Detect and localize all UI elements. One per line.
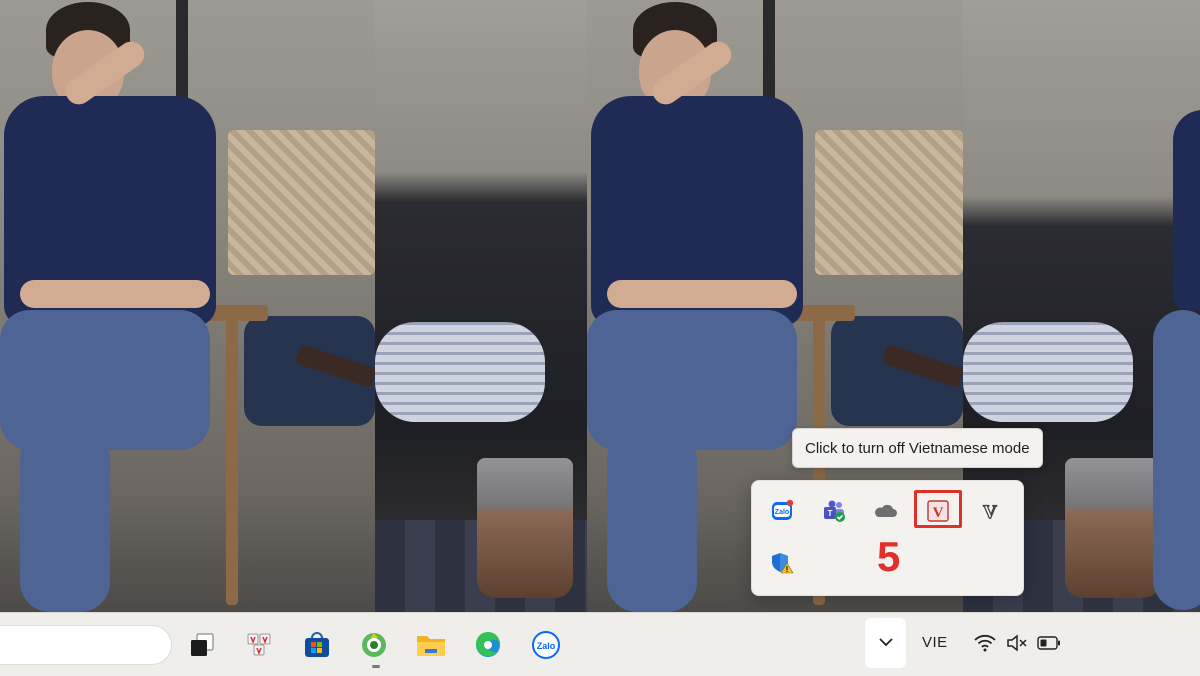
tray-zalo-icon[interactable]: Zalo — [766, 495, 798, 527]
edge-icon[interactable] — [472, 629, 504, 661]
wallpaper-panel-2 — [375, 0, 587, 612]
vietnamese-mode-tooltip: Click to turn off Vietnamese mode — [792, 428, 1043, 468]
running-indicator — [372, 665, 380, 668]
show-hidden-icons-button[interactable] — [865, 618, 906, 668]
task-view-icon[interactable] — [186, 629, 218, 661]
svg-text:T: T — [828, 509, 833, 518]
tray-evkey-icon[interactable]: V — [974, 495, 1006, 527]
wifi-icon[interactable] — [973, 632, 997, 654]
folder-icon[interactable] — [415, 629, 447, 661]
tooltip-text: Click to turn off Vietnamese mode — [805, 439, 1030, 457]
battery-icon[interactable] — [1036, 632, 1062, 654]
zalo-icon[interactable]: Zalo — [530, 629, 562, 661]
taskbar-search-box[interactable] — [0, 625, 172, 665]
wallpaper-panel-1 — [0, 0, 375, 612]
chevron-up-icon — [878, 634, 894, 652]
tray-teams-icon[interactable]: T — [818, 495, 850, 527]
coccoc-icon[interactable] — [358, 629, 390, 661]
zalo-tray-label: Zalo — [775, 509, 789, 516]
annotation-highlight-box — [914, 490, 962, 528]
keyboard-app-icon[interactable] — [244, 629, 276, 661]
annotation-step-number: 5 — [877, 533, 901, 580]
speaker-muted-icon[interactable] — [1005, 632, 1029, 654]
zalo-taskbar-label: Zalo — [537, 641, 556, 651]
v-outline-label: V — [983, 502, 997, 523]
store-icon[interactable] — [301, 629, 333, 661]
tray-shield-warning-icon[interactable] — [766, 547, 798, 579]
tray-cloud-icon[interactable] — [869, 495, 901, 527]
input-language-indicator[interactable]: VIE — [922, 634, 948, 651]
